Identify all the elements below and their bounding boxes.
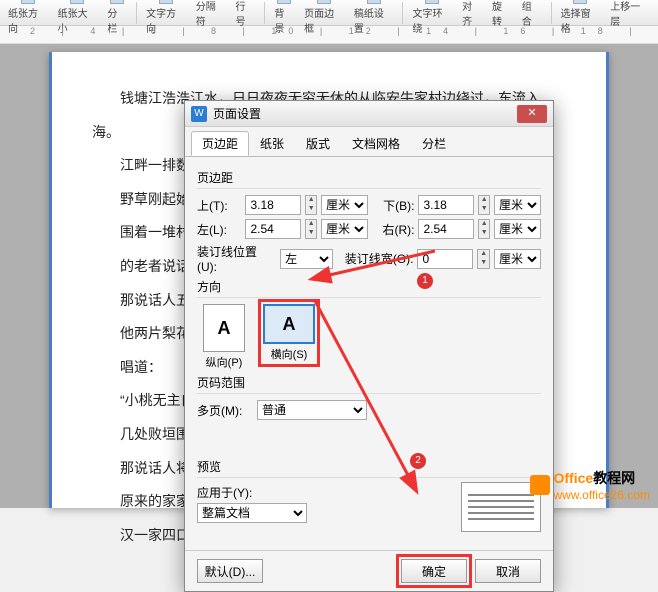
apply-to-label: 应用于(Y): bbox=[197, 486, 252, 500]
ribbon-item[interactable]: 行号 bbox=[232, 0, 260, 28]
bottom-margin-label: 下(B): bbox=[378, 197, 415, 214]
left-unit-select[interactable]: 厘米 bbox=[321, 219, 368, 239]
spinner[interactable]: ▲▼ bbox=[477, 249, 490, 269]
orientation-portrait[interactable]: A 纵向(P) bbox=[203, 304, 245, 370]
dialog-title: 页面设置 bbox=[213, 105, 261, 122]
default-button[interactable]: 默认(D)... bbox=[197, 559, 263, 583]
margins-group-label: 页边距 bbox=[197, 169, 541, 186]
spinner[interactable]: ▲▼ bbox=[478, 195, 490, 215]
pagerange-group-label: 页码范围 bbox=[197, 374, 541, 391]
orientation-group-label: 方向 bbox=[197, 278, 541, 295]
preview-group-label: 预览 bbox=[197, 458, 541, 475]
bottom-unit-select[interactable]: 厘米 bbox=[494, 195, 541, 215]
tab-grid[interactable]: 文档网格 bbox=[341, 131, 411, 156]
gutter-pos-select[interactable]: 左 bbox=[280, 249, 333, 269]
ribbon-item[interactable]: 旋转 bbox=[488, 0, 516, 28]
ribbon-item[interactable]: 分隔符 bbox=[192, 0, 230, 28]
left-margin-label: 左(L): bbox=[197, 221, 241, 238]
watermark-logo-icon bbox=[530, 475, 550, 495]
ribbon-item[interactable]: 组合 bbox=[518, 0, 546, 28]
app-logo-icon: W bbox=[191, 106, 207, 122]
dialog-titlebar[interactable]: W 页面设置 ✕ bbox=[185, 101, 553, 127]
annotation-badge-2: 2 bbox=[410, 453, 426, 469]
apply-to-select[interactable]: 整篇文档 bbox=[197, 503, 307, 523]
gutter-width-input[interactable] bbox=[417, 249, 473, 269]
horizontal-ruler: 2 | 4 | 6 | 8 | 10 | 12 | 14 | 16 | 18 |… bbox=[0, 26, 658, 44]
page-setup-dialog: W 页面设置 ✕ 页边距 纸张 版式 文档网格 分栏 页边距 上(T): ▲▼ … bbox=[184, 100, 554, 592]
multi-page-select[interactable]: 普通 bbox=[257, 400, 367, 420]
cancel-button[interactable]: 取消 bbox=[475, 559, 541, 583]
tab-paper[interactable]: 纸张 bbox=[249, 131, 295, 156]
orientation-landscape[interactable]: A 横向(S) bbox=[263, 304, 315, 362]
bottom-margin-input[interactable] bbox=[418, 195, 474, 215]
right-margin-label: 右(R): bbox=[378, 221, 415, 238]
dialog-tabs: 页边距 纸张 版式 文档网格 分栏 bbox=[185, 127, 553, 157]
close-button[interactable]: ✕ bbox=[517, 105, 547, 123]
gutter-unit-select[interactable]: 厘米 bbox=[494, 249, 541, 269]
annotation-badge-1: 1 bbox=[417, 273, 433, 289]
top-margin-input[interactable] bbox=[245, 195, 301, 215]
gutter-width-label: 装订线宽(G): bbox=[343, 250, 413, 267]
gutter-pos-label: 装订线位置(U): bbox=[197, 243, 276, 274]
spinner[interactable]: ▲▼ bbox=[305, 195, 317, 215]
left-margin-input[interactable] bbox=[245, 219, 301, 239]
tab-layout[interactable]: 版式 bbox=[295, 131, 341, 156]
multi-page-label: 多页(M): bbox=[197, 402, 253, 419]
ribbon-item[interactable]: 对齐 bbox=[458, 0, 486, 28]
watermark: Office教程网 www.office26.com bbox=[530, 468, 651, 502]
ok-button[interactable]: 确定 bbox=[401, 559, 467, 583]
ribbon-item[interactable]: 上移一层 bbox=[606, 0, 654, 28]
tab-columns[interactable]: 分栏 bbox=[411, 131, 457, 156]
top-unit-select[interactable]: 厘米 bbox=[321, 195, 368, 215]
tab-margins[interactable]: 页边距 bbox=[191, 131, 249, 156]
ribbon-toolbar: 纸张方向 纸张大小 分栏 文字方向 分隔符 行号 背景 页面边框 稿纸设置 文字… bbox=[0, 0, 658, 26]
spinner[interactable]: ▲▼ bbox=[305, 219, 317, 239]
right-unit-select[interactable]: 厘米 bbox=[494, 219, 541, 239]
spinner[interactable]: ▲▼ bbox=[478, 219, 490, 239]
top-margin-label: 上(T): bbox=[197, 197, 241, 214]
right-margin-input[interactable] bbox=[418, 219, 474, 239]
